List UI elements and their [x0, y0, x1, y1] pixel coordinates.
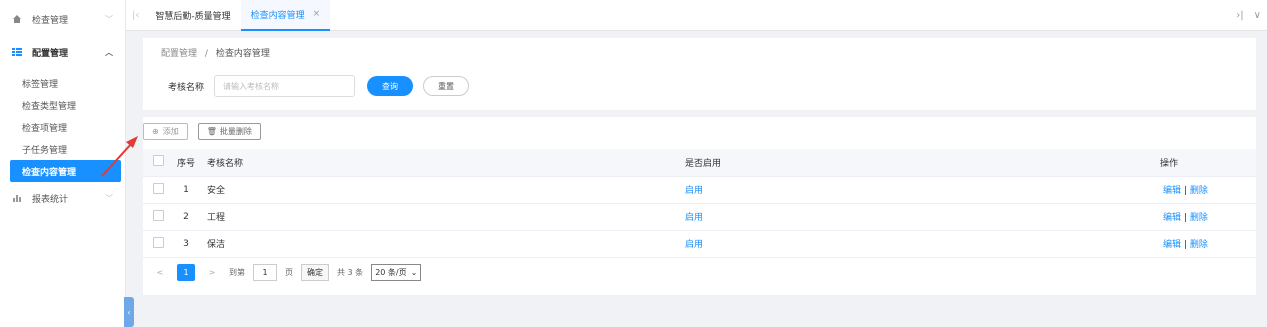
page-unit-label: 页: [285, 268, 293, 277]
page-size-select[interactable]: 20 条/页 ⌄: [371, 264, 422, 281]
prev-page-button[interactable]: <: [151, 264, 169, 281]
chevron-down-icon: ﹀: [105, 14, 113, 24]
sidebar-item-label: 子任务管理: [22, 145, 68, 156]
tab-label: 检查内容管理: [250, 10, 305, 21]
sidebar: 检查管理 ﹀ 配置管理 ︿ 标签管理 检查类型管理 检查项管理 子任务管理 检查…: [0, 0, 126, 327]
sidebar-item-inspection-content-management[interactable]: 检查内容管理: [10, 160, 121, 182]
page-1-button[interactable]: 1: [177, 264, 195, 281]
ops-separator: |: [1183, 240, 1187, 250]
table-row: 2 工程 启用 编辑 | 删除: [143, 203, 1256, 231]
breadcrumb-current: 检查内容管理: [215, 49, 270, 59]
sidebar-item-tag-management[interactable]: 标签管理: [0, 72, 125, 94]
goto-confirm-button[interactable]: 确定: [301, 264, 329, 281]
ops-separator: |: [1183, 213, 1187, 223]
tab-inspection-content-management[interactable]: 检查内容管理 ×: [240, 0, 331, 31]
breadcrumb-separator: /: [204, 49, 208, 59]
chevron-down-icon: ﹀: [105, 193, 113, 203]
delete-link[interactable]: 删除: [1190, 186, 1208, 196]
cell-ops: 编辑 | 删除: [1148, 203, 1256, 231]
next-page-button[interactable]: >: [203, 264, 221, 281]
header-index: 序号: [171, 149, 201, 177]
select-all-checkbox[interactable]: [153, 155, 164, 167]
cell-name: 安全: [201, 176, 673, 204]
goto-label: 到第: [229, 268, 245, 277]
sidebar-item-label: 检查内容管理: [22, 167, 77, 178]
filter-label: 考核名称: [168, 82, 205, 93]
header-enabled: 是否启用: [673, 149, 1148, 177]
sidebar-item-label: 检查类型管理: [22, 101, 77, 112]
cell-ops: 编辑 | 删除: [1148, 230, 1256, 258]
cell-enabled-link[interactable]: 启用: [673, 176, 1148, 204]
tab-quality-management[interactable]: 智慧后勤-质量管理: [145, 0, 240, 31]
list-icon: [12, 48, 22, 56]
nav-label: 配置管理: [32, 48, 69, 59]
close-icon[interactable]: ×: [313, 9, 321, 19]
cell-index: 1: [171, 176, 201, 204]
batch-delete-button[interactable]: 🗑 批量删除: [197, 123, 261, 140]
sidebar-item-inspection-item-management[interactable]: 检查项管理: [0, 116, 125, 138]
pagination: < 1 > 到第 1 页 确定 共 3 条 20 条/页 ⌄: [151, 264, 422, 281]
sidebar-item-subtask-management[interactable]: 子任务管理: [0, 138, 125, 160]
cell-index: 2: [171, 203, 201, 231]
nav-label: 检查管理: [32, 15, 69, 26]
sidebar-item-inspection-type-management[interactable]: 检查类型管理: [0, 94, 125, 116]
tab-label: 智慧后勤-质量管理: [155, 11, 231, 22]
nav-item-report-statistics[interactable]: 报表统计 ﹀: [0, 182, 125, 214]
sidebar-item-label: 检查项管理: [22, 123, 68, 134]
chevron-left-icon: ‹: [127, 307, 131, 317]
breadcrumb: 配置管理 / 检查内容管理: [161, 46, 270, 59]
scroll-last-icon[interactable]: ›|: [1236, 10, 1243, 21]
add-button[interactable]: ⊕ 添加: [143, 123, 188, 140]
row-checkbox[interactable]: [153, 209, 164, 221]
chevron-up-icon: ︿: [105, 47, 113, 57]
table-toolbar: ⊕ 添加 🗑 批量删除: [143, 123, 261, 140]
bar-chart-icon: [13, 195, 21, 202]
tabs-bar: |‹ 智慧后勤-质量管理 检查内容管理 × ›| ∨: [126, 0, 1267, 31]
cell-name: 工程: [201, 203, 673, 231]
page-size-value: 20 条/页: [375, 268, 407, 277]
filter-card: 配置管理 / 检查内容管理 考核名称 请输入考核名称 查询 重置: [143, 38, 1256, 110]
edit-link[interactable]: 编辑: [1163, 240, 1181, 250]
delete-link[interactable]: 删除: [1190, 240, 1208, 250]
cell-enabled-link[interactable]: 启用: [673, 203, 1148, 231]
total-count: 共 3 条: [337, 268, 364, 277]
chevron-down-icon: ⌄: [410, 268, 418, 277]
reset-button[interactable]: 重置: [423, 76, 470, 96]
table-row: 1 安全 启用 编辑 | 删除: [143, 176, 1256, 204]
edit-link[interactable]: 编辑: [1163, 213, 1181, 223]
cell-ops: 编辑 | 删除: [1148, 176, 1256, 204]
query-button[interactable]: 查询: [367, 76, 414, 96]
edit-link[interactable]: 编辑: [1163, 186, 1181, 196]
nav-label: 报表统计: [32, 194, 69, 205]
content-table: 序号 考核名称 是否启用 操作 1 安全 启用 编辑 | 删除 2 工程 启用 …: [143, 149, 1256, 258]
assessment-name-input[interactable]: 请输入考核名称: [214, 75, 356, 97]
table-row: 3 保洁 启用 编辑 | 删除: [143, 230, 1256, 258]
nav-item-inspection-management[interactable]: 检查管理 ﹀: [0, 0, 125, 38]
sidebar-collapse-handle[interactable]: ‹: [124, 297, 134, 327]
ops-separator: |: [1183, 186, 1187, 196]
delete-link[interactable]: 删除: [1190, 213, 1208, 223]
cell-name: 保洁: [201, 230, 673, 258]
batch-delete-label: 批量删除: [219, 127, 252, 136]
chevron-down-icon[interactable]: ∨: [1254, 10, 1261, 21]
home-icon: [13, 15, 21, 23]
table-header-row: 序号 考核名称 是否启用 操作: [143, 149, 1256, 177]
add-button-label: 添加: [162, 127, 179, 136]
cell-enabled-link[interactable]: 启用: [673, 230, 1148, 258]
row-checkbox[interactable]: [153, 236, 164, 248]
header-name: 考核名称: [201, 149, 673, 177]
cell-index: 3: [171, 230, 201, 258]
scroll-first-icon[interactable]: |‹: [126, 10, 145, 21]
table-card: ⊕ 添加 🗑 批量删除 序号 考核名称 是否启用 操作 1 安全 启用 编辑 |…: [143, 117, 1256, 295]
goto-page-input[interactable]: 1: [253, 264, 277, 281]
plus-circle-icon: ⊕: [152, 127, 159, 136]
nav-section-config-management[interactable]: 配置管理 ︿: [0, 38, 125, 66]
trash-icon: 🗑: [206, 127, 217, 136]
header-ops: 操作: [1148, 149, 1256, 177]
filter-row: 考核名称 请输入考核名称 查询 重置: [168, 75, 470, 97]
row-checkbox[interactable]: [153, 182, 164, 194]
breadcrumb-root[interactable]: 配置管理: [161, 49, 197, 59]
sidebar-item-label: 标签管理: [22, 79, 59, 90]
